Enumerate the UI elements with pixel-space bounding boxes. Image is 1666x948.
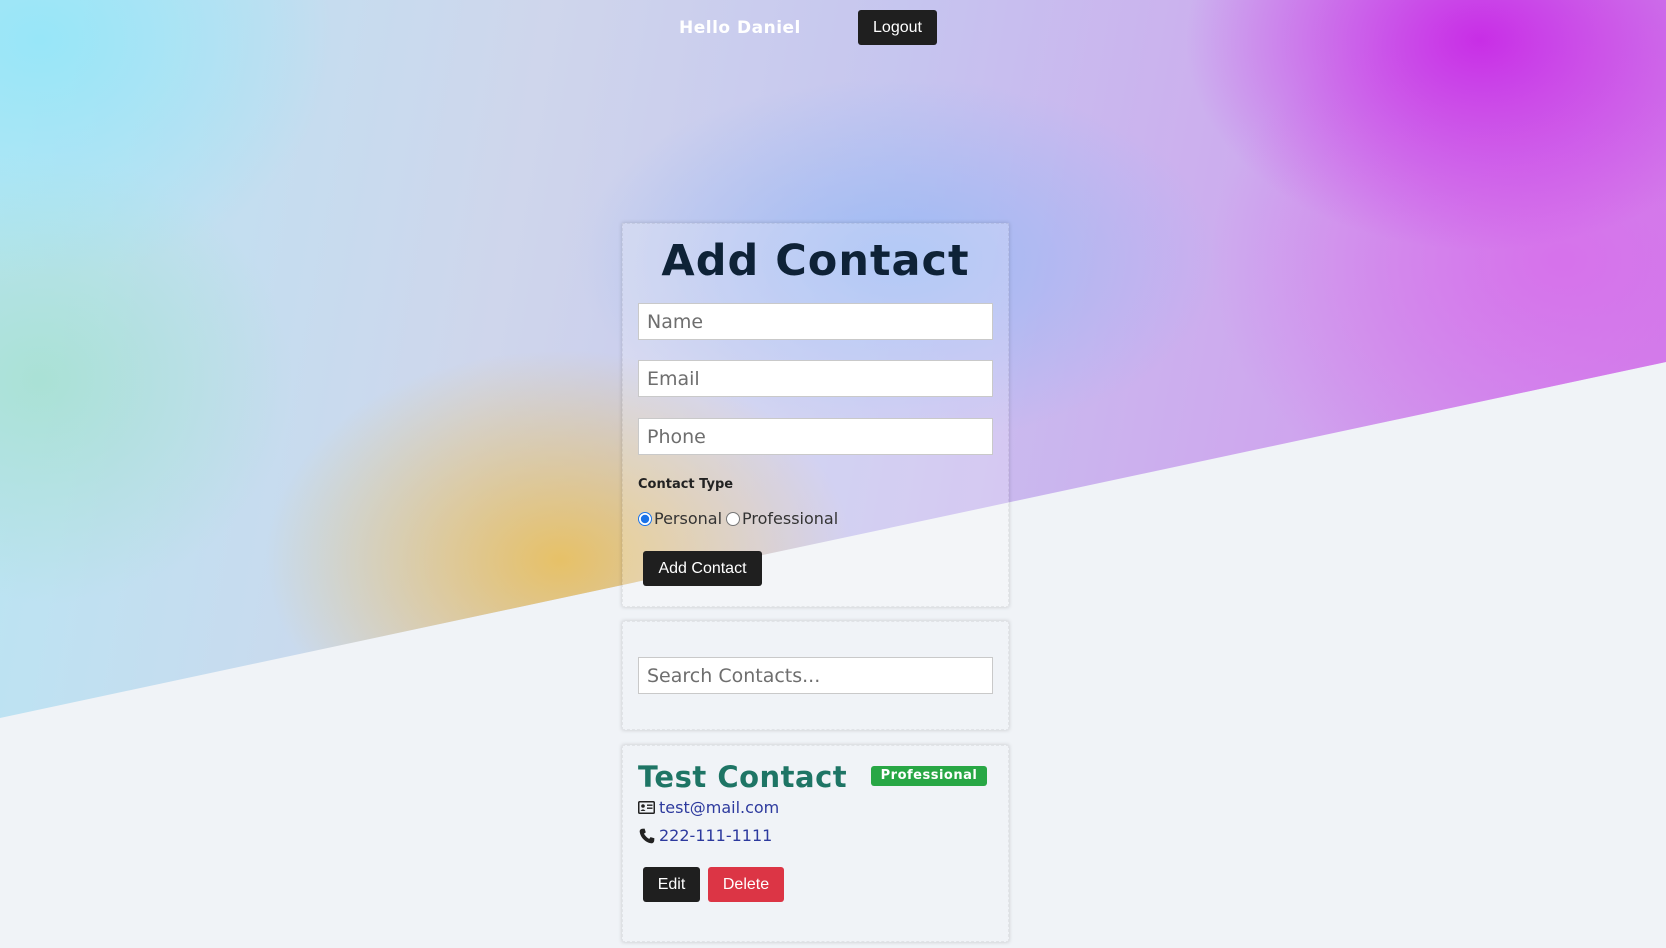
phone-icon	[638, 827, 655, 844]
contact-email-row: test@mail.com	[638, 798, 779, 817]
form-title: Add Contact	[661, 236, 970, 286]
contact-phone-row: 222-111-1111	[638, 826, 772, 845]
radio-personal-label[interactable]: Personal	[654, 509, 722, 528]
user-greeting: Hello Daniel	[679, 18, 801, 38]
contact-type-badge: Professional	[871, 766, 987, 786]
name-input[interactable]	[638, 303, 993, 340]
add-contact-form: Add Contact Contact Type Personal Profes…	[622, 223, 1009, 607]
edit-button[interactable]: Edit	[643, 867, 700, 902]
contact-name: Test Contact	[638, 760, 848, 794]
delete-button[interactable]: Delete	[708, 867, 784, 902]
contact-email-link[interactable]: test@mail.com	[659, 798, 779, 817]
contact-card: Test Contact Professional test@mail.com …	[622, 745, 1009, 942]
radio-professional-label[interactable]: Professional	[742, 509, 838, 528]
phone-input[interactable]	[638, 418, 993, 455]
add-contact-button[interactable]: Add Contact	[643, 551, 762, 586]
contact-type-radio-group: Personal Professional	[638, 509, 842, 528]
contact-type-label: Contact Type	[638, 477, 734, 492]
email-input[interactable]	[638, 360, 993, 397]
id-card-icon	[638, 799, 655, 816]
radio-personal[interactable]	[638, 511, 652, 526]
contact-phone-link[interactable]: 222-111-1111	[659, 826, 772, 845]
top-navbar: Hello Daniel Logout	[0, 10, 1666, 46]
search-input[interactable]	[638, 657, 993, 694]
radio-professional[interactable]	[726, 511, 741, 526]
search-card	[622, 621, 1009, 730]
logout-button[interactable]: Logout	[858, 10, 937, 45]
